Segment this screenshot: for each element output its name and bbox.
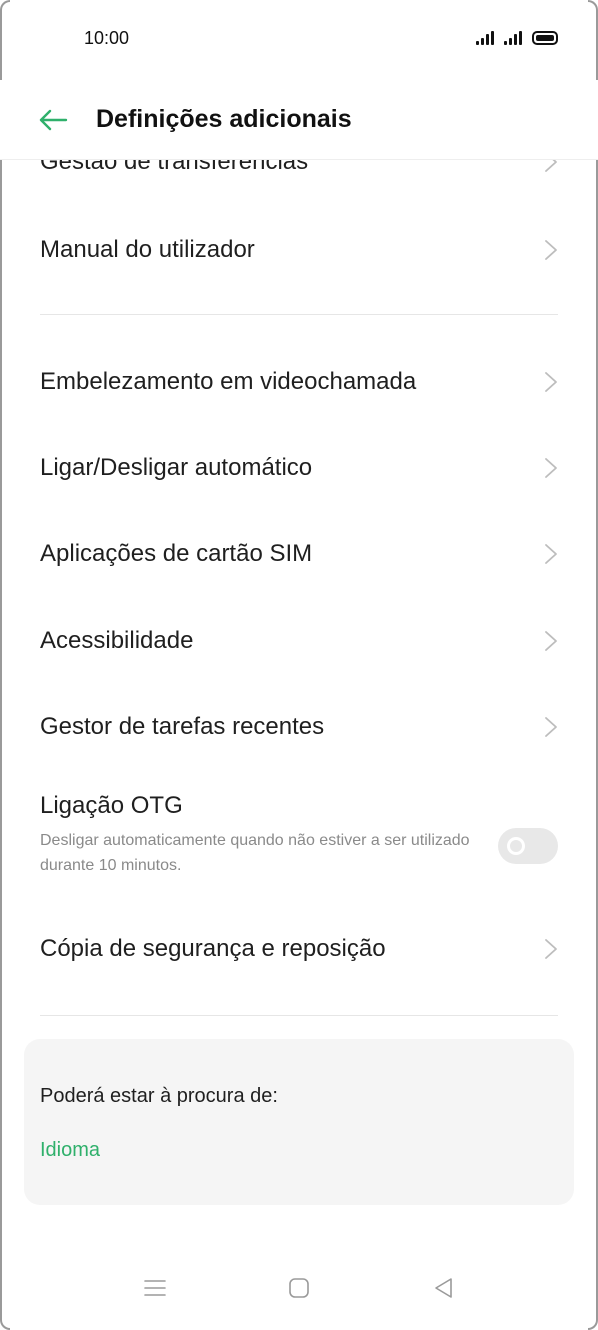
back-triangle-icon[interactable]: [419, 1266, 467, 1310]
section-divider: [40, 1015, 558, 1016]
battery-icon: [532, 31, 558, 45]
status-bar: 10:00: [0, 0, 598, 80]
chevron-right-icon: [545, 939, 557, 959]
list-item-user-manual[interactable]: Manual do utilizador: [40, 222, 558, 278]
list-item-backup-reset[interactable]: Cópia de segurança e reposição: [40, 921, 558, 977]
chevron-right-icon: [545, 544, 557, 564]
list-item-video-call-beauty[interactable]: Embelezamento em videochamada: [40, 354, 558, 410]
list-item-label: Aplicações de cartão SIM: [40, 540, 313, 567]
signal-icon: [504, 31, 522, 45]
app-header: Definições adicionais: [0, 80, 598, 160]
arrow-left-icon[interactable]: [38, 108, 68, 132]
chevron-right-icon: [545, 160, 557, 172]
settings-list: Gestão de transferências Manual do utili…: [0, 160, 598, 1330]
menu-icon[interactable]: [131, 1266, 179, 1310]
home-square-icon[interactable]: [275, 1266, 323, 1310]
suggestion-link-language[interactable]: Idioma: [40, 1139, 100, 1162]
suggestion-title: Poderá estar à procura de:: [40, 1085, 278, 1107]
list-item-label: Manual do utilizador: [40, 236, 255, 263]
otg-toggle[interactable]: [498, 828, 558, 864]
list-item-download-management[interactable]: Gestão de transferências: [40, 160, 558, 184]
list-item-label: Ligar/Desligar automático: [40, 454, 313, 481]
chevron-right-icon: [545, 717, 557, 737]
page-title: Definições adicionais: [96, 105, 352, 133]
signal-icon: [476, 31, 494, 45]
status-icons: [476, 31, 558, 45]
list-item-label: Gestor de tarefas recentes: [40, 713, 325, 740]
chevron-right-icon: [545, 631, 557, 651]
status-time: 10:00: [84, 27, 130, 48]
chevron-right-icon: [545, 372, 557, 392]
list-item-label: Gestão de transferências: [40, 160, 309, 175]
otg-text: Ligação OTG Desligar automaticamente qua…: [40, 792, 480, 878]
list-item-label: Cópia de segurança e reposição: [40, 935, 386, 962]
chevron-right-icon: [545, 240, 557, 260]
list-item-accessibility[interactable]: Acessibilidade: [40, 613, 558, 669]
section-divider: [40, 314, 558, 315]
chevron-right-icon: [545, 458, 557, 478]
settings-screen: 10:00 Definições adicionais Gestão de tr…: [0, 0, 598, 1330]
list-item-label: Acessibilidade: [40, 627, 194, 654]
suggestion-card: Poderá estar à procura de: Idioma: [24, 1039, 574, 1205]
otg-description: Desligar automaticamente quando não esti…: [40, 832, 470, 874]
list-item-recent-tasks[interactable]: Gestor de tarefas recentes: [40, 699, 558, 755]
toggle-knob: [507, 837, 525, 855]
list-item-sim-apps[interactable]: Aplicações de cartão SIM: [40, 526, 558, 582]
otg-label: Ligação OTG: [40, 792, 183, 819]
navigation-bar: [0, 1266, 598, 1310]
list-item-label: Embelezamento em videochamada: [40, 368, 417, 395]
list-item-auto-power[interactable]: Ligar/Desligar automático: [40, 440, 558, 496]
list-item-otg: Ligação OTG Desligar automaticamente qua…: [40, 780, 558, 890]
